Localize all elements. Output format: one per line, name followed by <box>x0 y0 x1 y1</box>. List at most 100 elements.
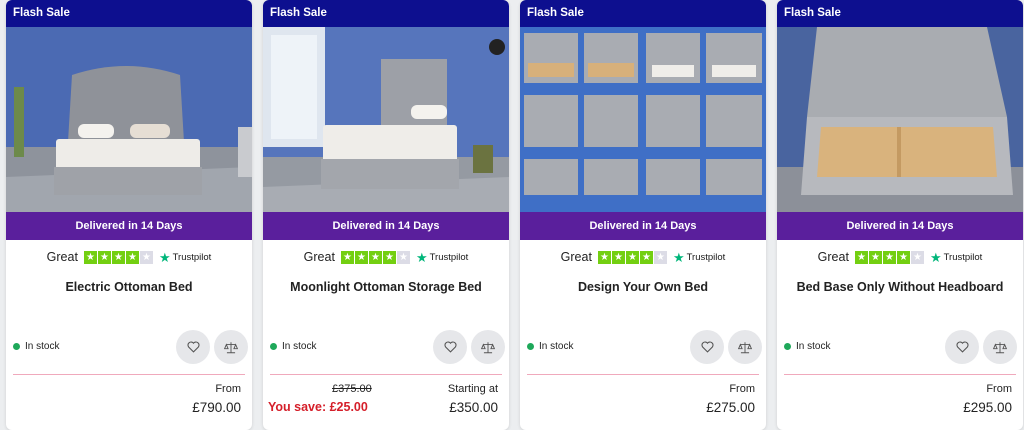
star-rating: ★ ★ ★ ★ ★ <box>597 250 667 264</box>
card-actions: In stock <box>520 330 766 364</box>
star-icon: ★ <box>896 250 910 264</box>
compare-button[interactable] <box>471 330 505 364</box>
divider <box>527 374 759 375</box>
flash-sale-badge: Flash Sale <box>777 0 1023 27</box>
star-icon: ★ <box>83 250 97 264</box>
rating-row[interactable]: Great ★ ★ ★ ★ ★ ★ Trustpilot <box>263 240 509 274</box>
in-stock-dot-icon <box>527 343 534 350</box>
scales-icon <box>481 341 495 353</box>
trustpilot-star-icon: ★ <box>158 249 171 265</box>
stock-status: In stock <box>527 341 573 352</box>
trustpilot-logo: ★ Trustpilot <box>159 251 211 264</box>
card-actions: In stock <box>777 330 1023 364</box>
product-card[interactable]: Flash Sale Delivered in 14 Days Great ★ … <box>520 0 766 430</box>
star-icon: ★ <box>368 250 382 264</box>
star-icon: ★ <box>111 250 125 264</box>
rating-row[interactable]: Great ★ ★ ★ ★ ★ ★ Trustpilot <box>520 240 766 274</box>
wishlist-button[interactable] <box>433 330 467 364</box>
trustpilot-label: Trustpilot <box>686 251 726 263</box>
star-icon: ★ <box>868 250 882 264</box>
divider <box>13 374 245 375</box>
stock-status: In stock <box>13 341 59 352</box>
price: £350.00 <box>449 400 498 415</box>
star-icon: ★ <box>653 250 667 264</box>
divider <box>270 374 502 375</box>
star-icon: ★ <box>354 250 368 264</box>
star-icon: ★ <box>625 250 639 264</box>
stock-label: In stock <box>796 341 831 352</box>
wishlist-button[interactable] <box>176 330 210 364</box>
product-image[interactable] <box>520 27 766 212</box>
trustpilot-label: Trustpilot <box>429 251 469 263</box>
price-block: From £790.00 <box>13 382 245 422</box>
rating-row[interactable]: Great ★ ★ ★ ★ ★ ★ Trustpilot <box>6 240 252 274</box>
trustpilot-label: Trustpilot <box>943 251 983 263</box>
product-title[interactable]: Electric Ottoman Bed <box>6 274 252 304</box>
star-rating: ★ ★ ★ ★ ★ <box>340 250 410 264</box>
divider <box>784 374 1016 375</box>
trustpilot-logo: ★ Trustpilot <box>416 251 468 264</box>
price-label: From <box>729 383 755 395</box>
compare-button[interactable] <box>214 330 248 364</box>
price: £275.00 <box>706 400 755 415</box>
star-icon: ★ <box>396 250 410 264</box>
rating-label: Great <box>817 250 849 264</box>
star-icon: ★ <box>139 250 153 264</box>
star-rating: ★ ★ ★ ★ ★ <box>83 250 153 264</box>
flash-sale-badge: Flash Sale <box>520 0 766 27</box>
stock-status: In stock <box>784 341 830 352</box>
star-rating: ★ ★ ★ ★ ★ <box>854 250 924 264</box>
stock-label: In stock <box>539 341 574 352</box>
heart-icon <box>956 341 968 353</box>
scales-icon <box>738 341 752 353</box>
heart-icon <box>187 341 199 353</box>
wishlist-button[interactable] <box>690 330 724 364</box>
star-icon: ★ <box>597 250 611 264</box>
trustpilot-logo: ★ Trustpilot <box>930 251 982 264</box>
product-card[interactable]: Flash Sale Delivered in 14 Days Great ★ <box>263 0 509 430</box>
delivery-banner: Delivered in 14 Days <box>6 212 252 240</box>
scales-icon <box>993 341 1007 353</box>
star-icon: ★ <box>882 250 896 264</box>
compare-button[interactable] <box>983 330 1017 364</box>
stock-status: In stock <box>270 341 316 352</box>
price-label: From <box>986 383 1012 395</box>
product-title[interactable]: Design Your Own Bed <box>520 274 766 304</box>
product-card[interactable]: Flash Sale Delivered in 14 Days Great ★ … <box>6 0 252 430</box>
rating-row[interactable]: Great ★ ★ ★ ★ ★ ★ Trustpilot <box>777 240 1023 274</box>
wishlist-button[interactable] <box>945 330 979 364</box>
saving-text: You save: £25.00 <box>268 400 368 414</box>
trustpilot-star-icon: ★ <box>415 249 428 265</box>
heart-icon <box>444 341 456 353</box>
product-image[interactable] <box>6 27 252 212</box>
product-image[interactable] <box>777 27 1023 212</box>
stock-label: In stock <box>25 341 60 352</box>
rating-label: Great <box>46 250 78 264</box>
product-title[interactable]: Bed Base Only Without Headboard <box>777 274 1023 304</box>
card-actions: In stock <box>263 330 509 364</box>
in-stock-dot-icon <box>784 343 791 350</box>
star-icon: ★ <box>125 250 139 264</box>
scales-icon <box>224 341 238 353</box>
card-actions: In stock <box>6 330 252 364</box>
product-title[interactable]: Moonlight Ottoman Storage Bed <box>263 274 509 304</box>
product-card[interactable]: Flash Sale Delivered in 14 Days Great ★ … <box>777 0 1023 430</box>
delivery-banner: Delivered in 14 Days <box>263 212 509 240</box>
in-stock-dot-icon <box>270 343 277 350</box>
in-stock-dot-icon <box>13 343 20 350</box>
product-image[interactable] <box>263 27 509 212</box>
was-price: £375.00 <box>332 383 372 395</box>
star-icon: ★ <box>639 250 653 264</box>
compare-button[interactable] <box>728 330 762 364</box>
star-icon: ★ <box>611 250 625 264</box>
price-block: £375.00 You save: £25.00 Starting at £35… <box>268 382 502 422</box>
flash-sale-badge: Flash Sale <box>263 0 509 27</box>
price: £790.00 <box>192 400 241 415</box>
trustpilot-label: Trustpilot <box>172 251 212 263</box>
star-icon: ★ <box>382 250 396 264</box>
trustpilot-logo: ★ Trustpilot <box>673 251 725 264</box>
delivery-banner: Delivered in 14 Days <box>777 212 1023 240</box>
rating-label: Great <box>560 250 592 264</box>
price-label: From <box>215 383 241 395</box>
flash-sale-badge: Flash Sale <box>6 0 252 27</box>
